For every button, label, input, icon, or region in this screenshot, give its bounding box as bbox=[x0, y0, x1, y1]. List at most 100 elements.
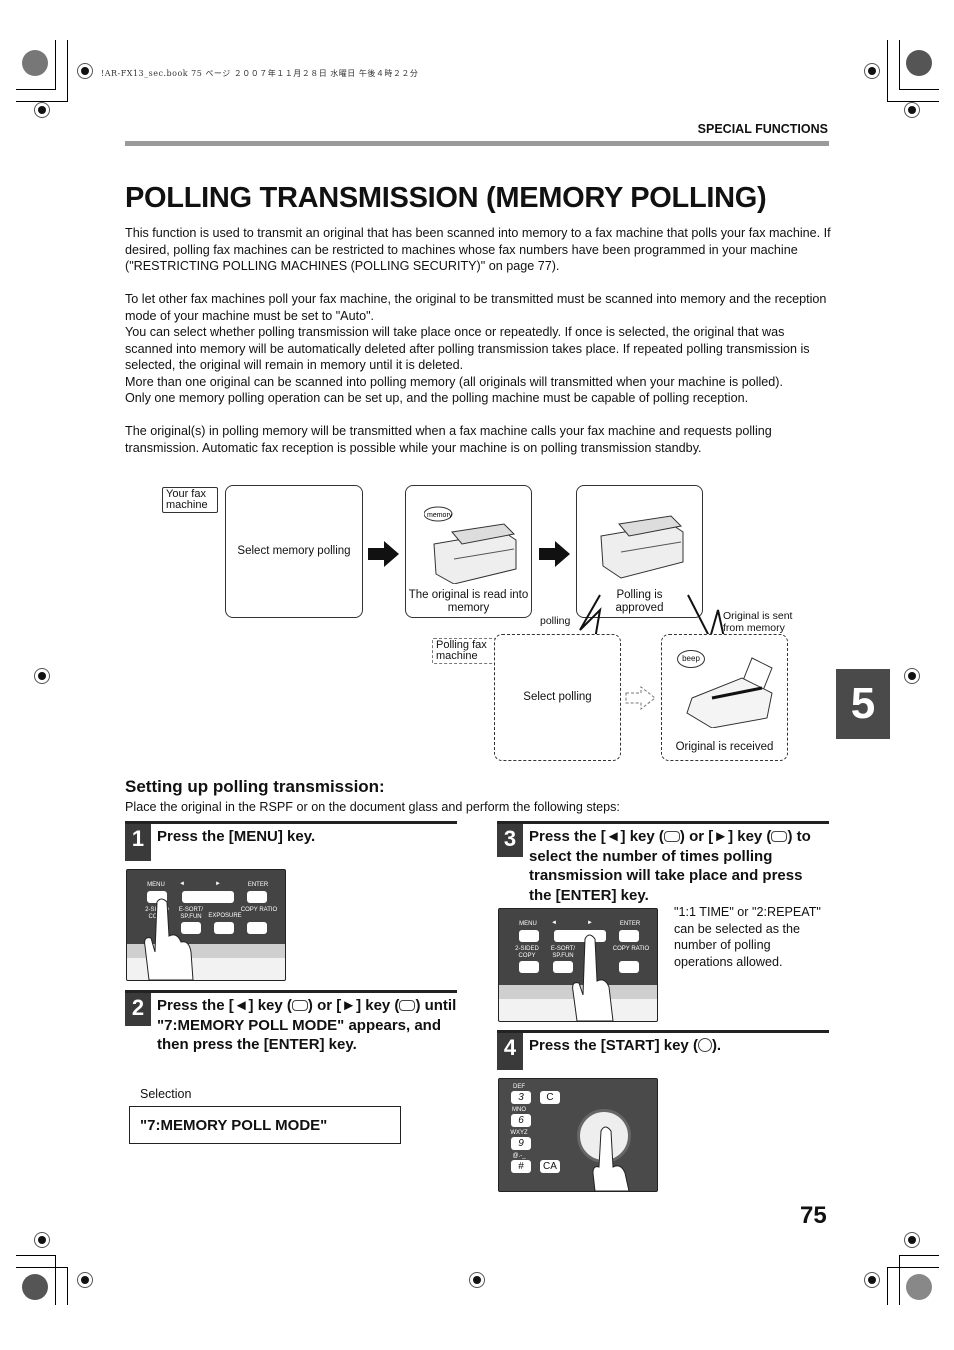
copy-ratio-key[interactable] bbox=[247, 922, 267, 934]
control-panel-menu: MENU ◄ ► ENTER 2-SIDED COPY E-SORT/ SP.F… bbox=[126, 869, 286, 981]
step-3: 3 Press the [◄] key () or [►] key () to … bbox=[497, 821, 829, 904]
intro-text: This function is used to transmit an ori… bbox=[125, 225, 831, 456]
enter-key[interactable] bbox=[247, 891, 267, 903]
step-1: 1 Press the [MENU] key. bbox=[125, 821, 457, 864]
key-3[interactable]: 3 bbox=[511, 1091, 531, 1104]
step-number: 3 bbox=[497, 824, 523, 857]
finger-icon bbox=[592, 1126, 630, 1191]
paragraph: More than one original can be scanned in… bbox=[125, 374, 784, 389]
registration-mark-icon bbox=[77, 1272, 93, 1288]
section-label: SPECIAL FUNCTIONS bbox=[697, 122, 828, 136]
fax-machine-icon bbox=[686, 657, 773, 728]
copier-icon: memory bbox=[424, 506, 517, 584]
control-panel-start: DEF 3 C MNO 6 WXYZ 9 @.-_ # CA bbox=[498, 1078, 658, 1192]
two-sided-key[interactable] bbox=[519, 961, 539, 973]
panel-label: ENTER bbox=[619, 921, 641, 927]
arrow-right-icon bbox=[539, 541, 570, 567]
chapter-tab: 5 bbox=[836, 669, 890, 739]
panel-label: COPY RATIO bbox=[240, 907, 278, 913]
read-memory-label: The original is read into memory bbox=[408, 589, 529, 614]
panel-label: ► bbox=[215, 881, 221, 887]
key-9[interactable]: 9 bbox=[511, 1137, 531, 1150]
paragraph: This function is used to transmit an ori… bbox=[125, 226, 831, 273]
paragraph: The original(s) in polling memory will b… bbox=[125, 424, 772, 455]
paragraph: To let other fax machines poll your fax … bbox=[125, 292, 827, 323]
panel-label: MENU bbox=[519, 921, 537, 927]
color-target-icon bbox=[22, 50, 48, 76]
paragraph: You can select whether polling transmiss… bbox=[125, 325, 810, 372]
clear-key[interactable]: C bbox=[540, 1091, 560, 1104]
panel-label: DEF bbox=[513, 1084, 525, 1090]
key-6[interactable]: 6 bbox=[511, 1114, 531, 1127]
menu-key[interactable] bbox=[519, 930, 539, 942]
panel-label: MENU bbox=[147, 882, 165, 888]
clear-all-key[interactable]: CA bbox=[540, 1160, 560, 1173]
received-box: beep Original is received bbox=[661, 634, 788, 761]
panel-label: @.-_ bbox=[512, 1153, 526, 1159]
polling-fax-tag: Polling fax machine bbox=[432, 638, 496, 664]
step-2: 2 Press the [◄] key () or [►] key () unt… bbox=[125, 990, 457, 1073]
registration-mark-icon bbox=[864, 1272, 880, 1288]
select-memory-label: Select memory polling bbox=[237, 545, 351, 557]
step-number: 4 bbox=[497, 1033, 523, 1070]
page-number: 75 bbox=[800, 1202, 827, 1229]
select-memory-box: Select memory polling bbox=[225, 485, 363, 618]
registration-mark-icon bbox=[904, 668, 920, 684]
registration-mark-icon bbox=[34, 102, 50, 118]
received-label: Original is received bbox=[675, 741, 774, 753]
panel-label: 2-SIDED COPY bbox=[515, 946, 539, 959]
registration-mark-icon bbox=[34, 668, 50, 684]
enter-key[interactable] bbox=[619, 930, 639, 942]
panel-label: MNO bbox=[512, 1107, 526, 1113]
panel-label: ◄ bbox=[551, 920, 557, 926]
down-key-icon bbox=[663, 830, 680, 842]
select-polling-box: Select polling bbox=[494, 634, 621, 761]
step-text: Press the [◄] key () or [►] key () to se… bbox=[529, 828, 811, 904]
step-text: Press the [◄] key () or [►] key () until… bbox=[157, 997, 457, 1053]
panel-label: ENTER bbox=[247, 882, 269, 888]
panel-label: ► bbox=[587, 920, 593, 926]
step-text: Press the [START] key (). bbox=[529, 1037, 722, 1054]
down-key-icon bbox=[291, 999, 308, 1011]
step-3-note: "1:1 TIME" or "2:REPEAT" can be selected… bbox=[674, 905, 821, 969]
setup-heading: Setting up polling transmission: bbox=[125, 777, 385, 796]
start-key-icon bbox=[697, 1038, 712, 1053]
registration-mark-icon bbox=[904, 102, 920, 118]
arrow-right-icon bbox=[368, 541, 399, 567]
step-number: 1 bbox=[125, 824, 151, 861]
color-target-icon bbox=[906, 1274, 932, 1300]
arrow-right-dashed-icon bbox=[625, 686, 656, 710]
setup-intro: Place the original in the RSPF or on the… bbox=[125, 800, 620, 814]
read-memory-box: memory The original is read into memory bbox=[405, 485, 532, 618]
copy-ratio-key[interactable] bbox=[619, 961, 639, 973]
print-metadata: !AR-FX13_sec.book 75 ページ ２００７年１１月２８日 水曜日… bbox=[101, 69, 419, 78]
step-text: Press the [MENU] key. bbox=[157, 828, 316, 845]
registration-mark-icon bbox=[34, 1232, 50, 1248]
step-4: 4 Press the [START] key (). bbox=[497, 1030, 829, 1073]
select-polling-label: Select polling bbox=[523, 691, 592, 703]
step-number: 2 bbox=[125, 993, 151, 1026]
polling-label: polling bbox=[540, 615, 571, 627]
panel-label: WXYZ bbox=[510, 1130, 528, 1136]
panel-label: EXPOSURE bbox=[208, 913, 242, 919]
color-target-icon bbox=[906, 50, 932, 76]
copier-icon bbox=[600, 515, 684, 579]
finger-icon bbox=[144, 898, 194, 980]
registration-mark-icon bbox=[864, 63, 880, 79]
header-rule bbox=[125, 141, 829, 146]
up-key-icon bbox=[771, 830, 788, 842]
finger-icon bbox=[572, 934, 614, 1021]
color-target-icon bbox=[22, 1274, 48, 1300]
registration-mark-icon bbox=[77, 63, 93, 79]
registration-mark-icon bbox=[469, 1272, 485, 1288]
control-panel-arrows: MENU ◄ ► ENTER 2-SIDED COPY E-SORT/ SP.F… bbox=[498, 908, 658, 1022]
exposure-key[interactable] bbox=[214, 922, 234, 934]
up-key-icon bbox=[399, 999, 416, 1011]
panel-label: ◄ bbox=[179, 881, 185, 887]
key-hash[interactable]: # bbox=[511, 1160, 531, 1173]
paragraph: Only one memory polling operation can be… bbox=[125, 391, 749, 405]
page-title: POLLING TRANSMISSION (MEMORY POLLING) bbox=[125, 182, 767, 214]
svg-text:memory: memory bbox=[427, 512, 453, 519]
registration-mark-icon bbox=[904, 1232, 920, 1248]
sent-label: Original is sent from memory bbox=[723, 610, 793, 634]
